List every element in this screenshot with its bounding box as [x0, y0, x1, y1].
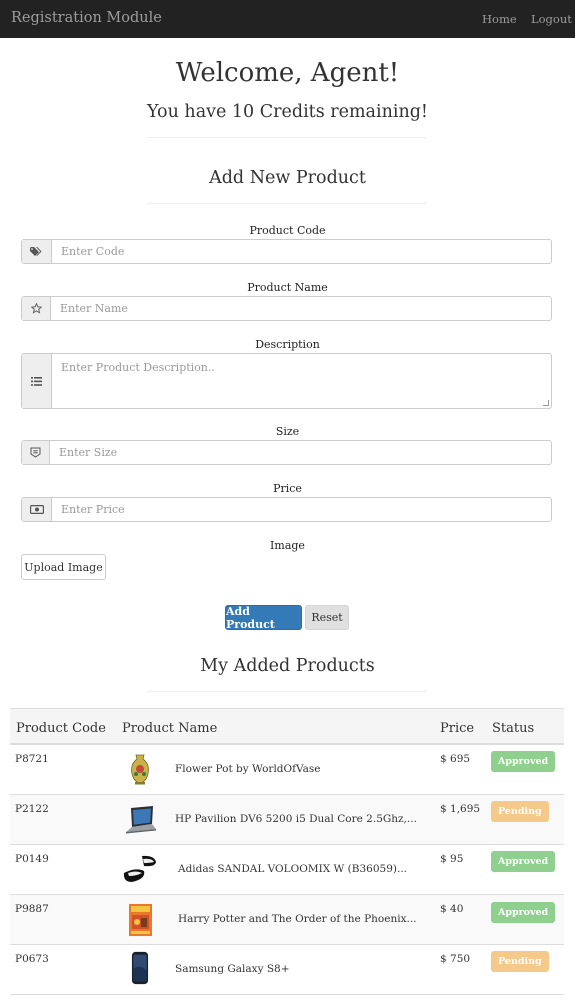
price-field: Enter Price [21, 497, 552, 522]
nav-logout-link[interactable]: Logout [531, 12, 572, 26]
status-badge: Pending [491, 951, 549, 972]
add-product-heading: Add New Product [209, 168, 366, 188]
table-row[interactable]: P9887 Harry Potter and The Order of the … [10, 895, 564, 945]
product-name-cell: Flower Pot by WorldOfVase [175, 763, 321, 775]
product-name-field: Enter Name [21, 296, 552, 321]
product-code-cell: P9887 [15, 903, 49, 915]
money-icon [22, 498, 52, 521]
reset-button[interactable]: Reset [305, 605, 349, 630]
product-name-input[interactable]: Enter Name [51, 297, 551, 320]
product-code-label: Product Code [249, 224, 326, 237]
status-badge: Approved [491, 902, 556, 923]
status-badge: Pending [491, 801, 549, 822]
product-name-cell: Harry Potter and The Order of the Phoeni… [178, 913, 417, 925]
description-field: Enter Product Description.. [21, 353, 552, 409]
column-header-code: Product Code [16, 721, 106, 736]
column-header-status: Status [492, 721, 535, 736]
product-price-cell: $ 750 [440, 953, 471, 965]
product-code-cell: P0673 [15, 953, 49, 965]
product-price-cell: $ 40 [440, 903, 464, 915]
brand-link[interactable]: Registration Module [11, 10, 162, 26]
status-badge: Approved [491, 751, 556, 772]
size-field: Enter Size [21, 440, 552, 465]
product-name-cell: HP Pavilion DV6 5200 i5 Dual Core 2.5Ghz… [175, 813, 417, 825]
product-name-label: Product Name [247, 281, 328, 294]
product-price-cell: $ 95 [440, 853, 464, 865]
description-label: Description [255, 338, 320, 351]
products-table: Product Code Product Name Price Status P… [10, 708, 564, 995]
tags-icon [22, 240, 52, 263]
vase-image [131, 754, 149, 785]
product-price-cell: $ 695 [440, 753, 471, 765]
product-code-input[interactable]: Enter Code [52, 240, 551, 263]
product-code-cell: P8721 [15, 753, 49, 765]
product-name-cell: Samsung Galaxy S8+ [175, 963, 290, 975]
navbar: Registration Module Home Logout [0, 0, 575, 38]
phone-image [131, 951, 149, 985]
product-code-cell: P2122 [15, 803, 49, 815]
star-icon [22, 297, 51, 320]
credits-text: You have 10 Credits remaining! [147, 102, 428, 122]
price-input[interactable]: Enter Price [52, 498, 551, 521]
list-icon [22, 354, 52, 408]
add-product-button[interactable]: Add Product [225, 605, 302, 631]
column-header-name: Product Name [122, 721, 218, 736]
divider [147, 203, 427, 204]
product-price-cell: $ 1,695 [440, 803, 481, 815]
table-row[interactable]: P2122 HP Pavilion DV6 5200 i5 Dual Core … [10, 795, 564, 845]
my-products-heading: My Added Products [200, 656, 375, 676]
sandal-image [123, 855, 156, 882]
laptop-image [126, 806, 156, 834]
image-label: Image [270, 539, 305, 552]
table-row[interactable]: P8721 Flower Pot by WorldOfVase $ 695 Ap… [10, 745, 564, 795]
column-header-price: Price [440, 721, 475, 736]
book-image [129, 904, 152, 936]
size-input[interactable]: Enter Size [50, 441, 551, 464]
divider [147, 691, 427, 692]
price-label: Price [273, 482, 302, 495]
table-row[interactable]: P0673 Samsung Galaxy S8+ $ 750 Pending [10, 945, 564, 995]
product-code-field: Enter Code [21, 239, 552, 264]
table-row[interactable]: P0149 Adidas SANDAL VOLOOMIX W (B36059).… [10, 845, 564, 895]
product-name-cell: Adidas SANDAL VOLOOMIX W (B36059)... [178, 863, 408, 875]
nav-home-link[interactable]: Home [482, 12, 517, 26]
status-badge: Approved [491, 851, 556, 872]
product-code-cell: P0149 [15, 853, 49, 865]
size-icon [22, 441, 50, 464]
upload-image-button[interactable]: Upload Image [21, 554, 106, 580]
divider [147, 137, 427, 138]
table-header: Product Code Product Name Price Status [10, 708, 564, 745]
welcome-heading: Welcome, Agent! [175, 58, 400, 88]
description-textarea[interactable]: Enter Product Description.. [52, 354, 551, 408]
size-label: Size [275, 425, 300, 438]
resize-handle[interactable] [543, 400, 549, 406]
